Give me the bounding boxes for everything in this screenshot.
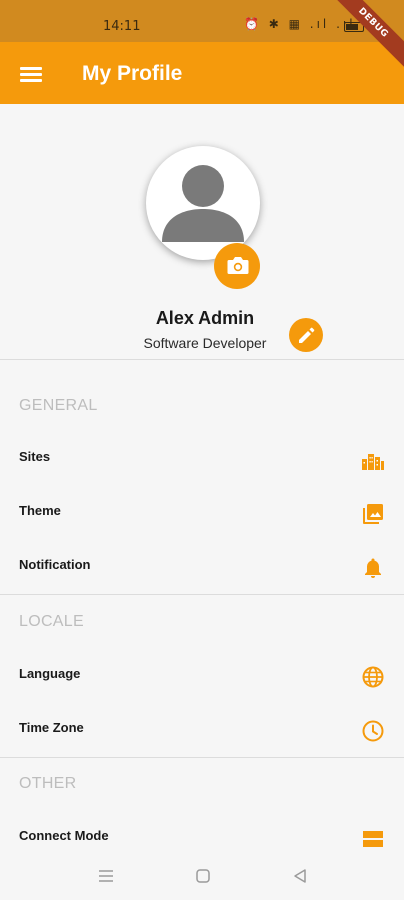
- section-divider: [0, 594, 404, 595]
- app-bar: My Profile: [0, 42, 404, 104]
- profile-divider: [0, 359, 404, 360]
- list-item-language[interactable]: Language: [0, 649, 404, 703]
- status-time: 14:11: [103, 19, 141, 34]
- profile-screen: 14:11 ⏰ ✱ ▦ .ıl .ıl DEBUG My Profile Ale…: [0, 0, 404, 900]
- system-nav-bar: [0, 852, 404, 900]
- section-header-general: GENERAL: [19, 397, 98, 414]
- header: 14:11 ⏰ ✱ ▦ .ıl .ıl DEBUG My Profile: [0, 0, 404, 104]
- clock-icon: [362, 720, 384, 742]
- list-item-notification[interactable]: Notification: [0, 540, 404, 594]
- menu-icon[interactable]: [20, 67, 42, 82]
- profile-name: Alex Admin: [155, 308, 255, 328]
- globe-icon: [362, 666, 384, 688]
- profile-header: Alex Admin Software Developer: [0, 104, 404, 359]
- list-item-label: Sites: [19, 449, 51, 464]
- list-item-theme[interactable]: Theme: [0, 486, 404, 540]
- list-item-label: Theme: [19, 503, 61, 518]
- section-header-locale: LOCALE: [19, 613, 84, 630]
- photo-library-icon: [363, 504, 383, 524]
- home-square-icon[interactable]: [193, 866, 213, 886]
- page-title: My Profile: [82, 62, 183, 85]
- list-item-label: Time Zone: [19, 720, 84, 735]
- edit-profile-button[interactable]: [289, 318, 323, 352]
- camera-icon: [227, 257, 249, 274]
- list-item-sites[interactable]: Sites: [0, 432, 404, 486]
- list-item-label: Notification: [19, 557, 91, 572]
- profile-role: Software Developer: [143, 335, 267, 351]
- pencil-icon: [299, 327, 315, 343]
- back-triangle-icon[interactable]: [290, 866, 310, 886]
- menu-lines-icon[interactable]: [96, 866, 116, 886]
- storage-icon: [363, 831, 383, 847]
- list-item-time-zone[interactable]: Time Zone: [0, 703, 404, 757]
- section-divider: [0, 757, 404, 758]
- status-icons: ⏰ ✱ ▦ .ıl .ıl: [244, 17, 356, 31]
- bell-icon: [365, 558, 381, 578]
- buildings-icon: [362, 454, 384, 470]
- list-item-label: Connect Mode: [19, 828, 109, 843]
- change-photo-button[interactable]: [214, 243, 260, 289]
- status-bar: 14:11 ⏰ ✱ ▦ .ıl .ıl DEBUG: [0, 0, 404, 76]
- list-item-label: Language: [19, 666, 81, 681]
- section-header-other: OTHER: [19, 775, 77, 792]
